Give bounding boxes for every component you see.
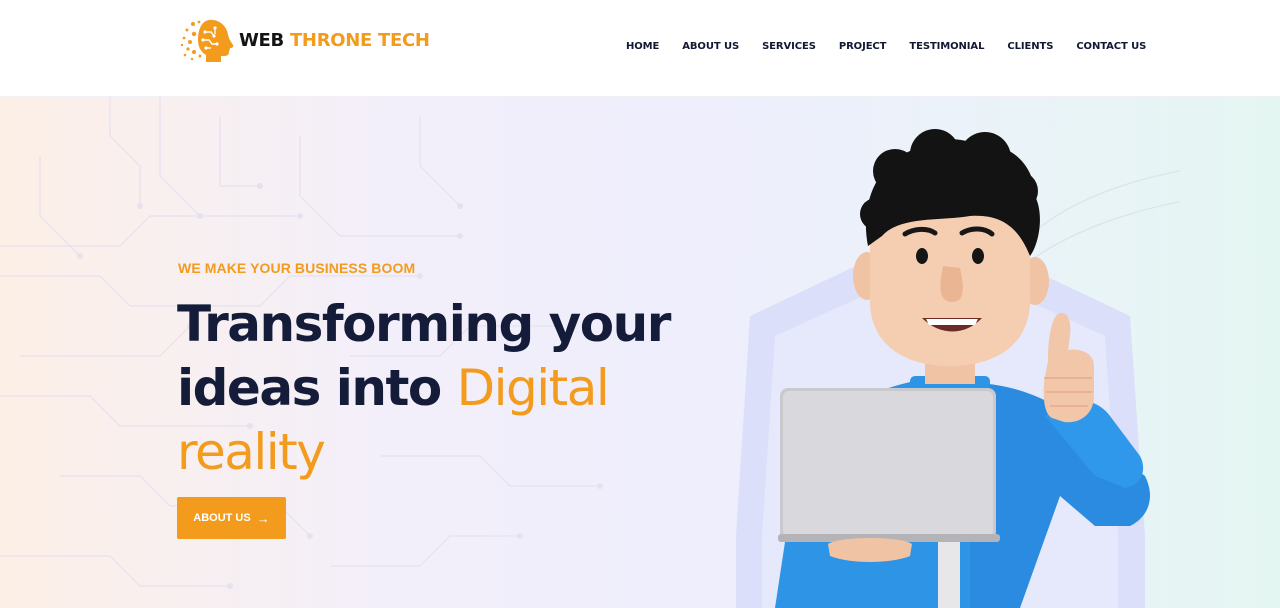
- headline-line1: Transforming your: [177, 295, 671, 353]
- brand-name: WEB THRONE TECH: [239, 30, 430, 51]
- nav-contact-us[interactable]: CONTACT US: [1076, 41, 1146, 52]
- nav-clients[interactable]: CLIENTS: [1007, 41, 1053, 52]
- arrow-right-icon: →: [256, 510, 270, 526]
- main-nav: HOME ABOUT US SERVICES PROJECT TESTIMONI…: [626, 41, 1169, 52]
- headline-accent-word: Digital: [456, 359, 610, 417]
- hero-headline: Transforming your ideas into Digital rea…: [177, 292, 697, 484]
- headline-line2: ideas into: [177, 359, 457, 417]
- brand-name-part1: WEB: [239, 29, 284, 51]
- hero-eyebrow: WE MAKE YOUR BUSINESS BOOM: [178, 260, 416, 276]
- nav-about-us[interactable]: ABOUT US: [682, 41, 739, 52]
- headline-line3: reality: [177, 423, 326, 481]
- nav-services[interactable]: SERVICES: [762, 41, 816, 52]
- brand-name-part2: THRONE TECH: [289, 29, 430, 51]
- hero-section: WE MAKE YOUR BUSINESS BOOM Transforming …: [0, 96, 1280, 608]
- nav-project[interactable]: PROJECT: [839, 41, 887, 52]
- ai-head-logo-icon: [180, 19, 234, 62]
- character-illustration: [736, 129, 1180, 608]
- nav-home[interactable]: HOME: [626, 41, 659, 52]
- site-header: WEB THRONE TECH HOME ABOUT US SERVICES P…: [0, 0, 1280, 97]
- about-us-button-label: ABOUT US: [193, 512, 251, 524]
- brand-logo[interactable]: WEB THRONE TECH: [179, 14, 430, 66]
- about-us-button[interactable]: ABOUT US →: [177, 497, 286, 539]
- nav-testimonial[interactable]: TESTIMONIAL: [909, 41, 984, 52]
